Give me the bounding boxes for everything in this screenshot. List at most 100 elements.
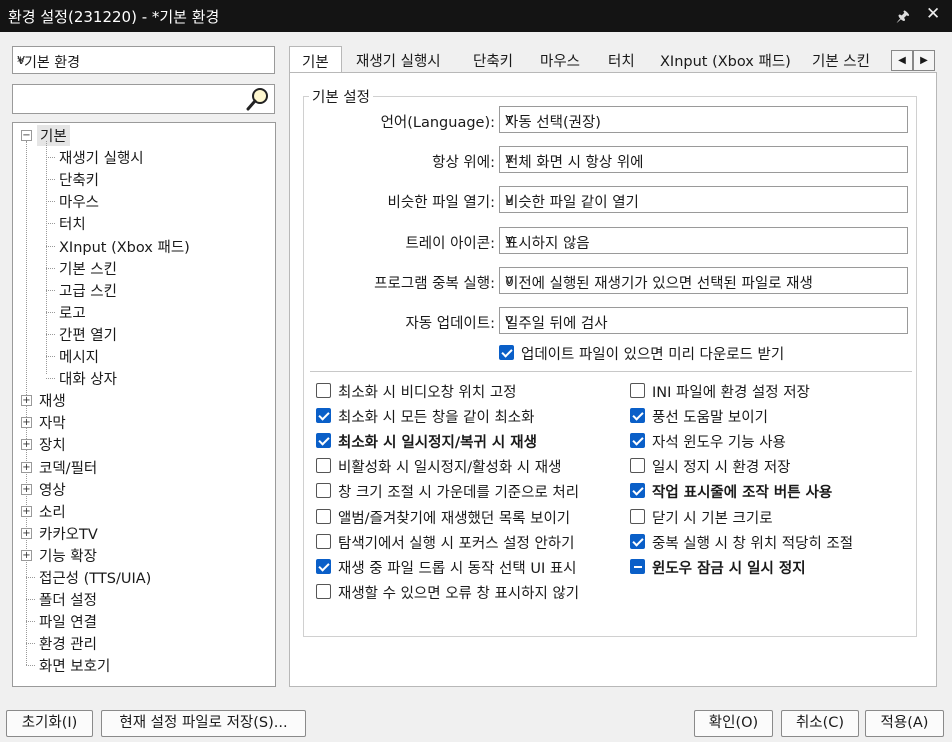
tab-6[interactable]: 기본 스킨	[812, 46, 870, 73]
tree-item[interactable]: 재생기 실행시	[59, 147, 144, 168]
close-icon[interactable]: ✕	[926, 4, 940, 24]
checkbox-box[interactable]	[630, 508, 645, 524]
checkbox-box[interactable]	[316, 458, 331, 474]
tree-item[interactable]: 자막	[39, 412, 66, 433]
tree-item[interactable]: 영상	[39, 479, 66, 500]
checkbox-label: 탐색기에서 실행 시 포커스 설정 안하기	[338, 535, 575, 552]
checkbox-label: 창 크기 조절 시 가운데를 기준으로 처리	[338, 485, 580, 502]
tree-guide-line	[46, 245, 55, 247]
tree-item-basic[interactable]: 기본	[37, 125, 70, 146]
tree-item[interactable]: 파일 연결	[39, 611, 97, 632]
preset-select[interactable]: *기본 환경 v	[12, 46, 275, 74]
checkbox-box[interactable]	[630, 408, 645, 424]
tree-expand-toggle[interactable]: +	[21, 395, 32, 407]
tree-guide-line	[46, 311, 55, 313]
tree-guide-line	[46, 378, 55, 380]
setting-select[interactable]: 일주일 뒤에 검사 v	[499, 307, 908, 334]
checkbox-box[interactable]	[316, 583, 331, 599]
tree-item[interactable]: 장치	[39, 434, 66, 455]
tab-4[interactable]: 터치	[608, 46, 635, 73]
tree-expand-toggle[interactable]: +	[21, 417, 32, 429]
tree-item[interactable]: 환경 관리	[39, 633, 97, 654]
tree-expand-toggle[interactable]: +	[21, 461, 32, 473]
tab-1[interactable]: 재생기 실행시	[356, 46, 441, 73]
tree-item[interactable]: 화면 보호기	[39, 655, 110, 676]
tab-0[interactable]: 기본	[289, 46, 342, 74]
reset-button[interactable]: 초기화(I)	[6, 710, 93, 737]
tree-item[interactable]: 기본 스킨	[59, 258, 117, 279]
checkbox-label: 앨범/즐겨찾기에 재생했던 목록 보이기	[338, 510, 571, 527]
divider	[310, 371, 912, 372]
tree-collapse-toggle[interactable]: −	[21, 130, 32, 141]
tab-2[interactable]: 단축키	[473, 46, 513, 73]
tree-expand-toggle[interactable]: +	[21, 527, 32, 539]
tree-item[interactable]: 단축키	[59, 169, 99, 190]
tab-scroll-left-button[interactable]: ◀	[891, 50, 913, 71]
tab-3[interactable]: 마우스	[540, 46, 580, 73]
setting-select[interactable]: 표시하지 않음 v	[499, 226, 908, 254]
cancel-button[interactable]: 취소(C)	[781, 710, 859, 737]
tree-expand-toggle[interactable]: +	[21, 505, 32, 517]
settings-tree[interactable]: − 기본 재생기 실행시 단축키 마우스 터치 XInput (Xbox 패드) 기본 스킨 고…	[12, 122, 276, 687]
chevron-down-icon: v	[17, 52, 26, 68]
tree-expand-toggle[interactable]: +	[21, 483, 32, 495]
checkbox-box[interactable]	[630, 483, 645, 499]
checkbox-box[interactable]	[630, 558, 645, 574]
tree-expand-toggle[interactable]: +	[21, 549, 32, 561]
checkbox-label: 재생 중 파일 드롭 시 동작 선택 UI 표시	[338, 560, 577, 577]
setting-select[interactable]: 비슷한 파일 같이 열기 v	[499, 186, 908, 214]
tree-item[interactable]: 메시지	[59, 346, 99, 367]
setting-select[interactable]: 자동 선택(권장) v	[499, 106, 908, 133]
search-icon[interactable]	[245, 86, 271, 112]
tree-item[interactable]: 고급 스킨	[59, 280, 117, 301]
tree-item[interactable]: 마우스	[59, 191, 99, 212]
checkbox-box[interactable]	[316, 508, 331, 524]
setting-label: 항상 위에:	[432, 155, 495, 172]
checkbox-box[interactable]	[316, 383, 331, 398]
tree-item[interactable]: 소리	[39, 501, 66, 522]
checkbox-box[interactable]	[316, 558, 331, 574]
save-current-settings-button[interactable]: 현재 설정 파일로 저장(S)...	[101, 710, 306, 737]
checkbox-box[interactable]	[630, 458, 645, 474]
tree-item[interactable]: 카카오TV	[39, 523, 98, 544]
ok-button[interactable]: 확인(O)	[694, 710, 773, 737]
checkbox-label: 일시 정지 시 환경 저장	[652, 460, 791, 477]
tree-item[interactable]: 대화 상자	[59, 368, 117, 389]
tree-item[interactable]: 코덱/필터	[39, 457, 97, 478]
tree-guide-line	[46, 289, 55, 291]
tree-item[interactable]: 간편 열기	[59, 324, 117, 345]
checkbox-box[interactable]	[316, 533, 331, 549]
tree-guide-line	[46, 157, 55, 159]
pin-icon[interactable]: 🖈	[896, 6, 910, 31]
tree-guide-line	[26, 643, 35, 645]
setting-select[interactable]: 전체 화면 시 항상 위에 v	[499, 146, 908, 174]
tree-item[interactable]: 재생	[39, 390, 66, 411]
tree-item[interactable]: 접근성 (TTS/UIA)	[39, 567, 151, 588]
checkbox-box[interactable]	[630, 533, 645, 549]
tree-item[interactable]: 폴더 설정	[39, 589, 97, 610]
checkbox-box[interactable]	[630, 433, 645, 449]
checkbox-box[interactable]	[316, 408, 331, 424]
checkbox-label: 업데이트 파일이 있으면 미리 다운로드 받기	[521, 347, 785, 363]
checkbox-box[interactable]	[499, 345, 514, 360]
tree-item[interactable]: 로고	[59, 302, 86, 323]
checkbox-box[interactable]	[630, 383, 645, 398]
tree-item[interactable]: 터치	[59, 213, 86, 234]
title-bar: 환경 설정(231220) - *기본 환경 🖈 ✕	[0, 0, 952, 32]
tree-item[interactable]: XInput (Xbox 패드)	[59, 236, 190, 257]
checkbox-box[interactable]	[316, 433, 331, 449]
tree-expand-toggle[interactable]: +	[21, 439, 32, 451]
search-input[interactable]	[12, 84, 275, 114]
checkbox-label: 비활성화 시 일시정지/활성화 시 재생	[338, 460, 562, 477]
checkbox-box[interactable]	[316, 483, 331, 499]
setting-label: 언어(Language):	[380, 115, 495, 131]
tree-guide-line	[26, 599, 35, 601]
setting-label: 트레이 아이콘:	[405, 235, 495, 252]
apply-button[interactable]: 적용(A)	[865, 710, 944, 737]
setting-select[interactable]: 이전에 실행된 재생기가 있으면 선택된 파일로 재생 v	[499, 266, 908, 294]
checkbox-label: 풍선 도움말 보이기	[652, 410, 768, 427]
tree-item[interactable]: 기능 확장	[39, 545, 97, 566]
tab-scroll-right-button[interactable]: ▶	[913, 50, 935, 71]
tab-5[interactable]: XInput (Xbox 패드)	[660, 46, 791, 73]
checkbox-label: 윈도우 잠금 시 일시 정지	[652, 560, 806, 577]
